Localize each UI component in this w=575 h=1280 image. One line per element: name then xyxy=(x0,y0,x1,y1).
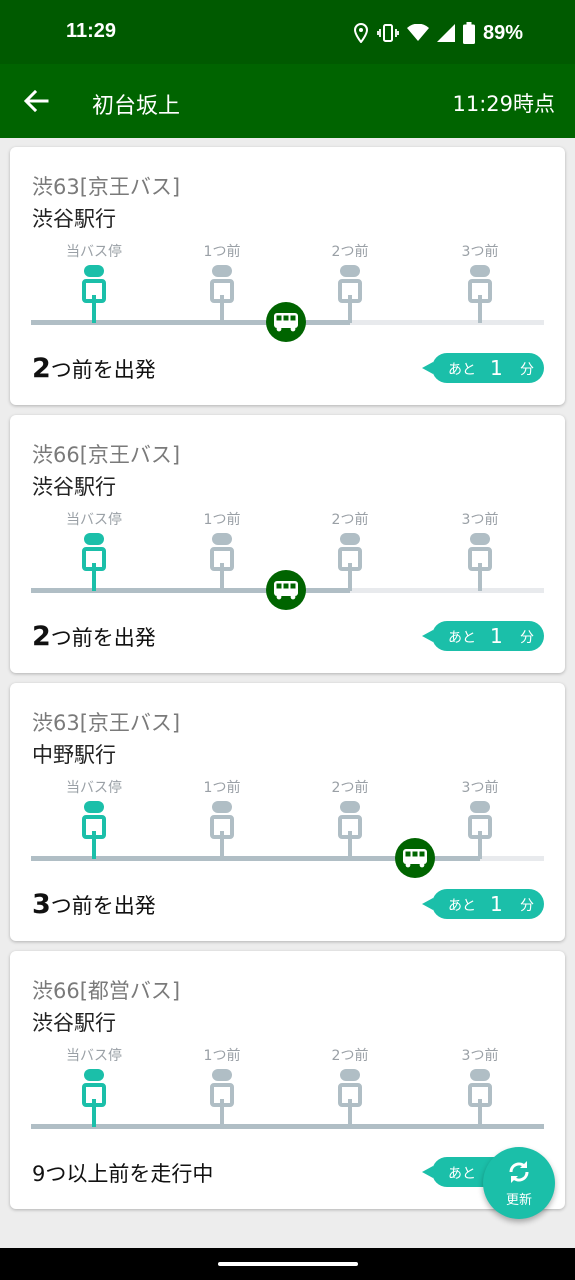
route-name: 渋63[京王バス] xyxy=(32,711,181,735)
stop-label: 2つ前 xyxy=(331,780,369,796)
status-count: 2 xyxy=(32,621,51,652)
stop-label: 3つ前 xyxy=(461,512,499,528)
destination: 渋谷駅行 xyxy=(32,207,116,231)
bus-stop-icon xyxy=(468,801,492,859)
home-handle[interactable] xyxy=(218,1262,358,1266)
stop-label: 当バス停 xyxy=(66,244,122,260)
eta-prefix: あと xyxy=(448,898,476,914)
status-text: つ前を出発 xyxy=(50,358,156,382)
wifi-icon xyxy=(406,24,429,41)
stop-label: 3つ前 xyxy=(461,780,499,796)
location-icon xyxy=(353,23,368,43)
bus-stop-icon xyxy=(468,533,492,591)
bus-stop-icon xyxy=(468,265,492,323)
refresh-button[interactable]: 更新 xyxy=(483,1147,555,1219)
eta-minutes: 1 xyxy=(490,892,503,916)
bus-stop-icon xyxy=(210,533,234,591)
bus-card[interactable]: 渋63[京王バス] 中野駅行 当バス停 1つ前 2つ前 3つ前 3つ前を出発 あと 1… xyxy=(10,683,565,941)
stop-label: 2つ前 xyxy=(331,1048,369,1064)
bus-stop-icon xyxy=(338,1069,362,1127)
bus-status: 3つ前を出発 xyxy=(32,889,156,920)
system-nav-bar xyxy=(0,1248,575,1280)
bus-status: 2つ前を出発 xyxy=(32,353,156,384)
stop-label: 1つ前 xyxy=(203,244,241,260)
bus-status: 2つ前を出発 xyxy=(32,621,156,652)
status-text: つ前を出発 xyxy=(50,626,156,650)
refresh-label: 更新 xyxy=(505,1193,532,1208)
stop-label: 1つ前 xyxy=(203,512,241,528)
eta-unit: 分 xyxy=(520,362,534,378)
vibrate-icon xyxy=(377,24,399,42)
bus-stop-icon xyxy=(338,265,362,323)
status-icons: 89% xyxy=(353,20,523,46)
eta-badge: あと 1 分 xyxy=(422,621,544,651)
eta-minutes: 1 xyxy=(490,356,503,380)
eta-prefix: あと xyxy=(448,630,476,646)
app-bar: 初台坂上 11:29時点 xyxy=(0,64,575,138)
stop-label: 1つ前 xyxy=(203,780,241,796)
bus-stop-icon xyxy=(82,265,106,323)
eta-badge: あと 1 分 xyxy=(422,353,544,383)
stop-label: 2つ前 xyxy=(331,244,369,260)
updated-time: 11:29時点 xyxy=(452,92,555,116)
battery-icon xyxy=(462,22,475,44)
eta-unit: 分 xyxy=(520,898,534,914)
eta-prefix: あと xyxy=(448,362,476,378)
destination: 中野駅行 xyxy=(32,743,116,767)
destination: 渋谷駅行 xyxy=(32,1011,116,1035)
stop-label: 3つ前 xyxy=(461,244,499,260)
status-count: 3 xyxy=(32,889,51,920)
bus-position-icon xyxy=(395,838,435,878)
bus-stop-icon xyxy=(82,533,106,591)
eta-prefix: あと xyxy=(448,1166,476,1182)
eta-unit: 分 xyxy=(520,630,534,646)
cell-signal-icon xyxy=(436,24,455,42)
bus-position-icon xyxy=(266,570,306,610)
refresh-icon xyxy=(509,1161,529,1183)
bus-stop-icon xyxy=(82,1069,106,1127)
eta-badge: あと 1 分 xyxy=(422,889,544,919)
status-text: つ前を出発 xyxy=(50,894,156,918)
battery-percent: 89% xyxy=(482,21,523,44)
stop-label: 1つ前 xyxy=(203,1048,241,1064)
status-text: 9つ以上前を走行中 xyxy=(32,1162,214,1186)
destination: 渋谷駅行 xyxy=(32,475,116,499)
route-name: 渋63[京王バス] xyxy=(32,175,181,199)
stop-label: 2つ前 xyxy=(331,512,369,528)
eta-minutes: 1 xyxy=(490,624,503,648)
bus-stop-icon xyxy=(338,801,362,859)
status-time: 11:29 xyxy=(66,20,117,42)
back-arrow-icon[interactable] xyxy=(22,87,50,115)
bus-position-icon xyxy=(266,302,306,342)
bus-stop-icon xyxy=(82,801,106,859)
stop-label: 当バス停 xyxy=(66,512,122,528)
status-count: 2 xyxy=(32,353,51,384)
bus-card[interactable]: 渋66[都営バス] 渋谷駅行 当バス停 1つ前 2つ前 3つ前 9つ以上前を走行中 あ… xyxy=(10,951,565,1209)
status-bar: 11:29 89% xyxy=(0,0,575,64)
bus-stop-icon xyxy=(210,801,234,859)
route-name: 渋66[京王バス] xyxy=(32,443,181,467)
stop-label: 3つ前 xyxy=(461,1048,499,1064)
route-name: 渋66[都営バス] xyxy=(32,979,181,1003)
bus-stop-icon xyxy=(338,533,362,591)
stop-label: 当バス停 xyxy=(66,1048,122,1064)
stop-label: 当バス停 xyxy=(66,780,122,796)
bus-stop-icon xyxy=(468,1069,492,1127)
bus-stop-icon xyxy=(210,265,234,323)
page-title: 初台坂上 xyxy=(92,94,181,119)
bus-stop-icon xyxy=(210,1069,234,1127)
bus-status: 9つ以上前を走行中 xyxy=(32,1157,213,1188)
bus-card[interactable]: 渋66[京王バス] 渋谷駅行 当バス停 1つ前 2つ前 3つ前 2つ前を出発 あと 1… xyxy=(10,415,565,673)
bus-card[interactable]: 渋63[京王バス] 渋谷駅行 当バス停 1つ前 2つ前 3つ前 2つ前を出発 あと 1… xyxy=(10,147,565,405)
